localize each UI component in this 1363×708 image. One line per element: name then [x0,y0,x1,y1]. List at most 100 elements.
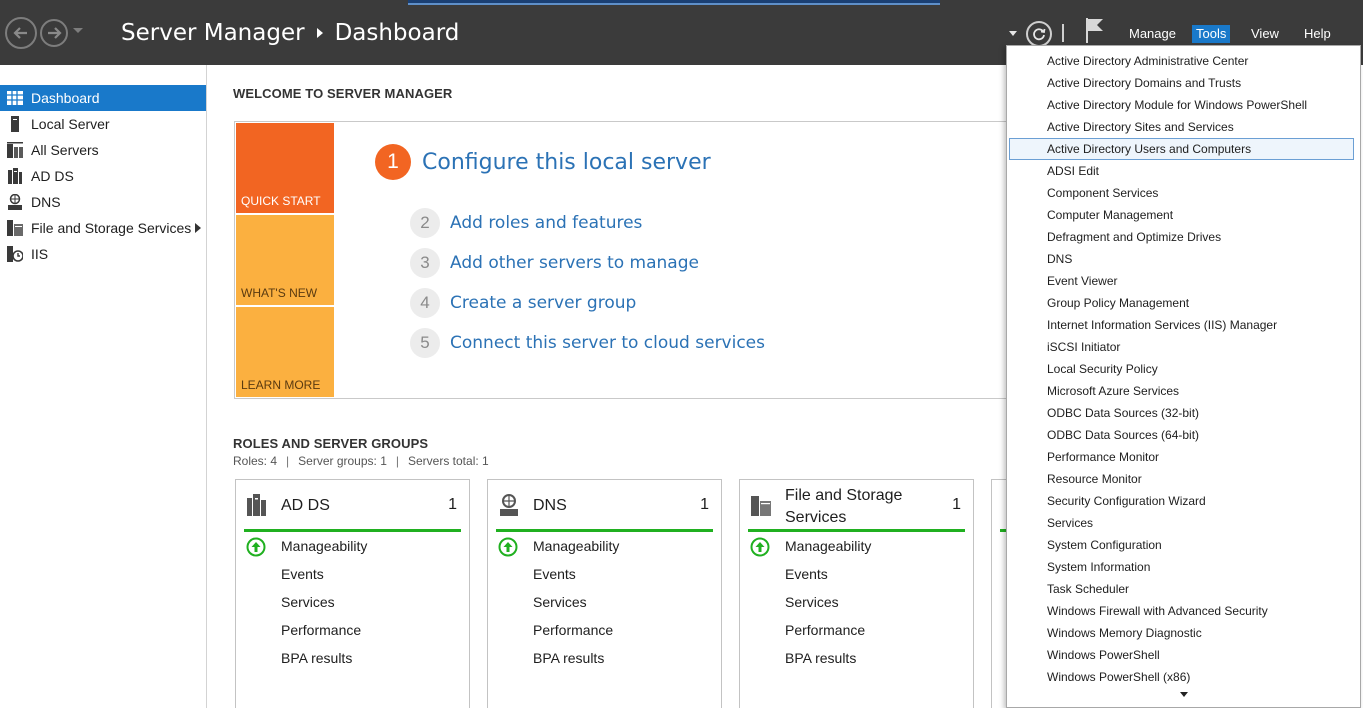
card-row-events[interactable]: Events [748,560,968,588]
card-row-bpa-results[interactable]: BPA results [748,644,968,672]
menu-view[interactable]: View [1247,25,1283,43]
notifications-dropdown-icon[interactable] [1009,31,1017,36]
tools-menu-item[interactable]: Performance Monitor [1009,446,1354,468]
step-link[interactable]: Configure this local server [422,150,711,175]
sidebar-item-all-servers[interactable]: All Servers [0,137,206,163]
card-row-manageability[interactable]: Manageability [748,532,968,560]
all-servers-icon [7,142,23,158]
sidebar-item-file-and-storage-services[interactable]: File and Storage Services [0,215,206,241]
tools-menu-item[interactable]: ODBC Data Sources (32-bit) [1009,402,1354,424]
role-card-ad-ds[interactable]: AD DS 1 Manageability Events Services Pe… [235,479,470,708]
tile-quick-start[interactable]: QUICK START [236,123,334,213]
roles-summary: Roles: 4 | Server groups: 1 | Servers total:… [233,454,489,468]
tools-menu-item[interactable]: Active Directory Domains and Trusts [1009,72,1354,94]
row-label: Manageability [533,538,620,554]
scroll-down-arrow-icon[interactable] [1180,692,1188,697]
card-row-services[interactable]: Services [748,588,968,616]
card-header[interactable]: File and Storage Services 1 [748,480,965,532]
tools-menu-item[interactable]: Task Scheduler [1009,578,1354,600]
sidebar-item-label: Dashboard [31,90,100,106]
tools-menu-item[interactable]: Defragment and Optimize Drives [1009,226,1354,248]
step-connect-cloud-services[interactable]: 5 Connect this server to cloud services [410,328,765,358]
tools-menu-item[interactable]: Active Directory Users and Computers [1009,138,1354,160]
tools-menu-item[interactable]: Services [1009,512,1354,534]
tools-menu-item[interactable]: Windows Memory Diagnostic [1009,622,1354,644]
sidebar-item-dns[interactable]: DNS [0,189,206,215]
forward-arrow-icon [48,27,62,39]
row-label: Performance [533,622,614,638]
tools-menu-item[interactable]: Active Directory Module for Windows Powe… [1009,94,1354,116]
step-link[interactable]: Add roles and features [450,213,642,233]
tools-menu-item[interactable]: iSCSI Initiator [1009,336,1354,358]
sidebar-item-local-server[interactable]: Local Server [0,111,206,137]
step-link[interactable]: Create a server group [450,293,636,313]
tools-menu-item[interactable]: Windows PowerShell [1009,644,1354,666]
card-row-bpa-results[interactable]: BPA results [244,644,464,672]
card-row-services[interactable]: Services [496,588,716,616]
servers-total-count: Servers total: 1 [408,454,489,468]
card-count: 1 [952,496,961,513]
role-card-file-and-storage-services[interactable]: File and Storage Services 1 Manageabilit… [739,479,974,708]
menu-manage[interactable]: Manage [1125,25,1180,43]
tools-menu-item[interactable]: Local Security Policy [1009,358,1354,380]
card-row-events[interactable]: Events [244,560,464,588]
page-title: Dashboard [334,20,460,46]
forward-button[interactable] [40,19,68,47]
card-row-performance[interactable]: Performance [244,616,464,644]
tile-learn-more[interactable]: LEARN MORE [236,307,334,397]
sidebar-item-dashboard[interactable]: Dashboard [0,85,206,111]
refresh-icon [1033,28,1046,41]
step-link[interactable]: Connect this server to cloud services [450,333,765,353]
tools-menu-item[interactable]: Microsoft Azure Services [1009,380,1354,402]
step-number-badge: 3 [410,248,440,278]
card-row-services[interactable]: Services [244,588,464,616]
card-row-bpa-results[interactable]: BPA results [496,644,716,672]
sidebar-item-ad-ds[interactable]: AD DS [0,163,206,189]
tools-menu-item[interactable]: System Information [1009,556,1354,578]
notification-flag-icon[interactable] [1084,17,1106,43]
role-card-dns[interactable]: DNS 1 Manageability Events Services Perf… [487,479,722,708]
card-row-manageability[interactable]: Manageability [496,532,716,560]
tools-menu-item[interactable]: Windows Firewall with Advanced Security [1009,600,1354,622]
card-count: 1 [700,496,709,513]
tools-menu-item[interactable]: Active Directory Sites and Services [1009,116,1354,138]
sidebar-item-iis[interactable]: IIS [0,241,206,267]
history-dropdown-icon[interactable] [73,28,83,33]
tools-menu-item[interactable]: Resource Monitor [1009,468,1354,490]
card-row-events[interactable]: Events [496,560,716,588]
step-add-other-servers[interactable]: 3 Add other servers to manage [410,248,699,278]
row-label: Services [785,594,839,610]
tools-menu-item[interactable]: ODBC Data Sources (64-bit) [1009,424,1354,446]
card-row-manageability[interactable]: Manageability [244,532,464,560]
tools-menu-item[interactable]: Windows PowerShell (x86) [1009,666,1354,688]
back-arrow-icon [13,27,27,39]
step-add-roles-and-features[interactable]: 2 Add roles and features [410,208,642,238]
card-title: File and Storage Services [785,487,903,526]
card-header[interactable]: AD DS 1 [244,480,461,532]
tools-menu-item[interactable]: Component Services [1009,182,1354,204]
step-link[interactable]: Add other servers to manage [450,253,699,273]
tools-menu-item[interactable]: System Configuration [1009,534,1354,556]
menu-tools[interactable]: Tools [1192,25,1231,43]
card-row-performance[interactable]: Performance [748,616,968,644]
tools-menu-item[interactable]: DNS [1009,248,1354,270]
menu-help[interactable]: Help [1300,25,1335,43]
tools-menu-item[interactable]: Internet Information Services (IIS) Mana… [1009,314,1354,336]
tile-whats-new[interactable]: WHAT'S NEW [236,215,334,305]
tools-menu-item[interactable]: Active Directory Administrative Center [1009,50,1354,72]
submenu-arrow-icon[interactable] [195,223,201,233]
refresh-button[interactable] [1026,21,1052,47]
step-create-server-group[interactable]: 4 Create a server group [410,288,636,318]
tools-menu-item[interactable]: Computer Management [1009,204,1354,226]
tools-menu-item[interactable]: Group Policy Management [1009,292,1354,314]
card-row-performance[interactable]: Performance [496,616,716,644]
sidebar-item-label: IIS [31,246,49,262]
step-configure-local-server[interactable]: 1 Configure this local server [375,144,711,180]
tools-menu-item[interactable]: Security Configuration Wizard [1009,490,1354,512]
summary-separator: | [286,454,290,468]
tools-menu-item[interactable]: Event Viewer [1009,270,1354,292]
back-button[interactable] [5,17,37,49]
card-header[interactable]: DNS 1 [496,480,713,532]
row-label: Manageability [281,538,368,554]
tools-menu-item[interactable]: ADSI Edit [1009,160,1354,182]
